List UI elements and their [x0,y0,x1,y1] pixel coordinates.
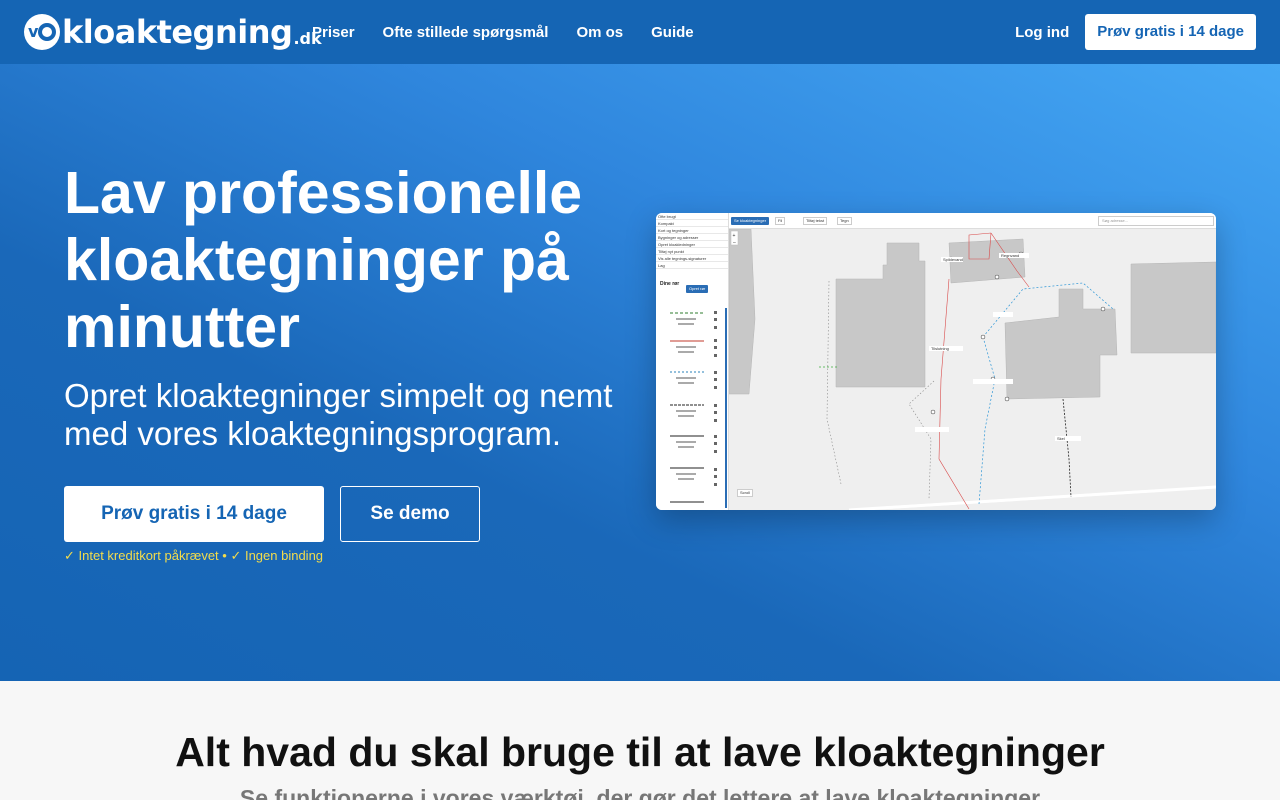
nav-link-guide[interactable]: Guide [651,24,694,41]
hero-section: Lav professionelle kloaktegninger på min… [0,64,1280,681]
main-menu: Priser Ofte stillede spørgsmål Om os Gui… [312,0,722,64]
nav-link-priser[interactable]: Priser [312,24,355,41]
preview-section-title: Dine rør [660,281,680,287]
login-link[interactable]: Log ind [1015,24,1069,41]
features-subtitle: Se funktionerne i vores værktøj, der gør… [239,785,1041,800]
preview-top-button: Se kloaktegninger [731,217,770,225]
brand-logo[interactable]: v kloaktegning .dk [24,13,322,51]
hero-title: Lav professionelle kloaktegninger på min… [64,160,583,360]
nav-actions: Log ind Prøv gratis i 14 dage [1015,14,1256,50]
preview-side-item: Bygninger og adresser [656,234,728,241]
map-label: Spildevand [943,257,963,262]
preview-sidebar: Ofte brugt Kompakt Kort og tegninger Byg… [656,213,729,510]
preview-side-item: Lag [656,262,728,269]
preview-add-button: Opret rør [686,285,709,293]
demo-button[interactable]: Se demo [340,486,480,542]
preview-side-item: Vis alle tegnings-signaturer [656,255,728,262]
preview-toolbar: Se kloaktegninger Fil Tilføj tekst Tegn … [729,213,1216,229]
map-label: Tilslutning [931,346,949,351]
svg-text:–: – [733,240,736,246]
preview-side-item: Tilføj nyt punkt [656,248,728,255]
svg-text:+: + [733,233,736,239]
preview-bottom-button: Scroll [737,489,754,497]
app-preview-screenshot: Ofte brugt Kompakt Kort og tegninger Byg… [656,213,1216,510]
nav-trial-button[interactable]: Prøv gratis i 14 dage [1085,14,1256,50]
preview-chip: Tilføj tekst [803,217,828,225]
features-title: Alt hvad du skal bruge til at lave kloak… [175,729,1105,775]
hero-subtitle: Opret kloaktegninger simpelt og nemt med… [64,377,613,452]
preview-map: Spildevand Regnvand Tilslutning Skel + –… [728,228,1216,510]
preview-side-item: Ofte brugt [656,213,728,220]
trial-fineprint: ✓ Intet kreditkort påkrævet • ✓ Ingen bi… [64,548,324,563]
preview-side-item: Kort og tegninger [656,227,728,234]
map-label: Regnvand [1001,253,1019,258]
logo-icon: v [24,14,60,50]
map-label: Skel [1057,436,1065,441]
trial-button[interactable]: Prøv gratis i 14 dage [64,486,324,542]
preview-search: Søg adresse... [1098,216,1214,226]
preview-chip: Fil [775,217,786,225]
preview-chip: Tegn [837,217,852,225]
preview-side-item: Opret kloakledninger [656,241,728,248]
nav-link-faq[interactable]: Ofte stillede spørgsmål [383,24,549,41]
top-navigation: v kloaktegning .dk Priser Ofte stillede … [0,0,1280,64]
features-section: Alt hvad du skal bruge til at lave kloak… [0,681,1280,800]
logo-text: kloaktegning [62,13,293,51]
nav-link-om-os[interactable]: Om os [576,24,623,41]
preview-map-drawing: Spildevand Regnvand Tilslutning Skel + – [728,228,1216,510]
preview-pipe-list [670,308,727,508]
preview-side-item: Kompakt [656,220,728,227]
